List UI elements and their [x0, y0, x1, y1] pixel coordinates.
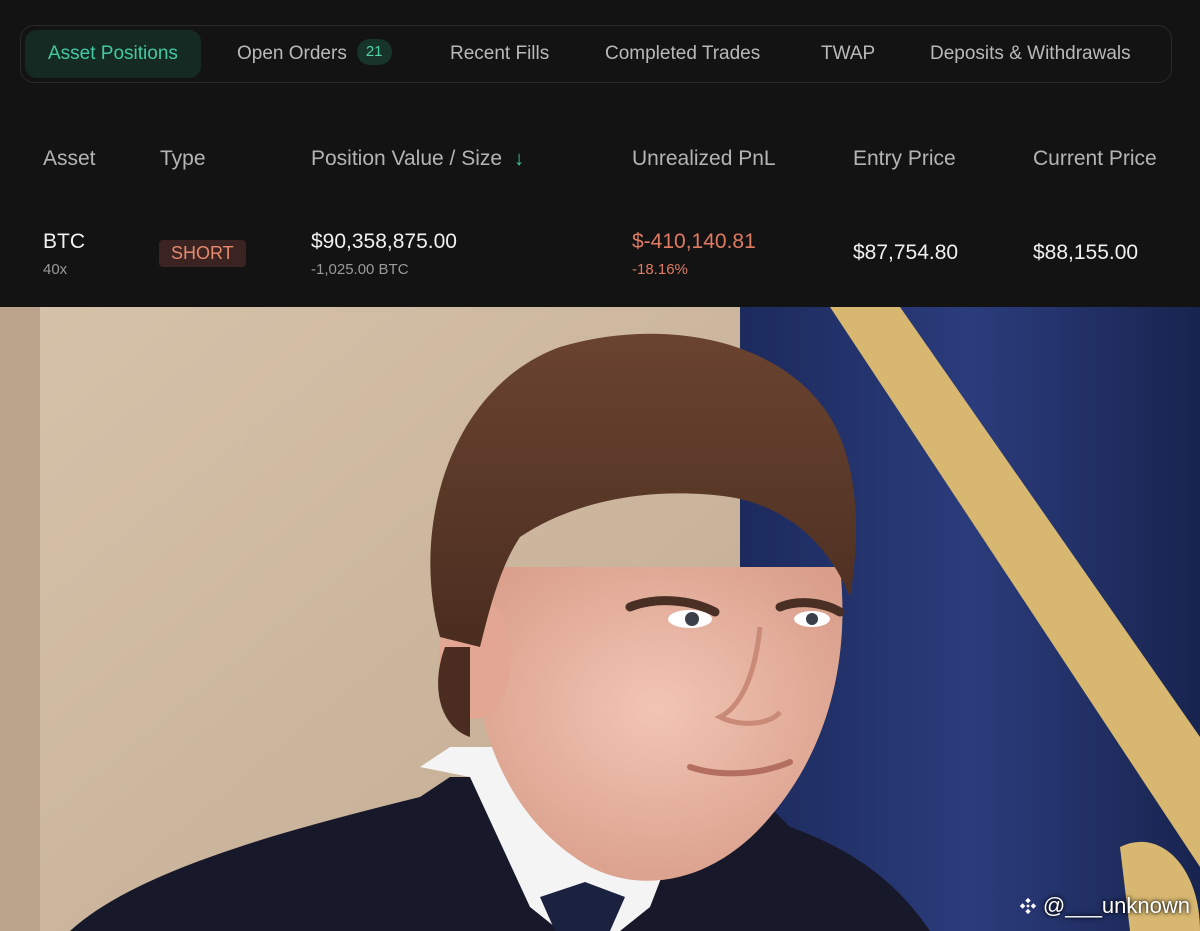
position-size: -1,025.00 BTC: [311, 261, 409, 278]
watermark-handle: @___unknown: [1042, 893, 1190, 918]
tab-deposits-withdrawals[interactable]: Deposits & Withdrawals: [930, 30, 1131, 78]
tab-asset-positions[interactable]: Asset Positions: [25, 30, 201, 78]
tab-label: Recent Fills: [450, 43, 550, 64]
column-header-entry-price[interactable]: Entry Price: [853, 147, 956, 171]
tab-twap[interactable]: TWAP: [821, 30, 875, 78]
entry-price: $87,754.80: [853, 241, 959, 264]
unrealized-pnl-percent: -18.16%: [632, 261, 688, 278]
tab-open-orders[interactable]: Open Orders 21: [237, 30, 392, 78]
column-header-unrealized-pnl[interactable]: Unrealized PnL: [632, 147, 776, 171]
leverage-label: 40x: [43, 261, 68, 278]
arrow-down-icon[interactable]: ↓: [514, 148, 524, 171]
open-orders-count-badge: 21: [356, 38, 392, 65]
portrait-illustration: [0, 307, 1200, 931]
column-header-current-price[interactable]: Current Price: [1033, 147, 1157, 171]
position-type-badge: SHORT: [159, 240, 246, 267]
column-header-type[interactable]: Type: [160, 147, 206, 171]
binance-logo-icon: [1019, 897, 1036, 915]
tab-label: Asset Positions: [48, 43, 178, 64]
column-header-asset[interactable]: Asset: [43, 147, 96, 171]
tab-bar: Asset Positions Open Orders 21 Recent Fil…: [20, 25, 1172, 83]
column-header-label: Position Value / Size: [311, 147, 503, 170]
tab-label: Open Orders: [237, 43, 347, 64]
asset-name[interactable]: BTC: [43, 230, 85, 254]
tab-label: Completed Trades: [605, 43, 761, 64]
column-header-position-value[interactable]: Position Value / Size ↓: [311, 147, 524, 171]
watermark-credit: @___unknown: [1019, 893, 1190, 919]
current-price: $88,155.00: [1033, 241, 1139, 264]
position-value: $90,358,875.00: [311, 230, 457, 253]
tab-label: TWAP: [821, 43, 876, 64]
positions-panel: Asset Positions Open Orders 21 Recent Fil…: [0, 0, 1200, 307]
meme-photo: @___unknown: [0, 307, 1200, 931]
unrealized-pnl: $-410,140.81: [632, 230, 756, 253]
tab-completed-trades[interactable]: Completed Trades: [605, 30, 760, 78]
tab-recent-fills[interactable]: Recent Fills: [450, 30, 549, 78]
tab-label: Deposits & Withdrawals: [930, 43, 1131, 64]
